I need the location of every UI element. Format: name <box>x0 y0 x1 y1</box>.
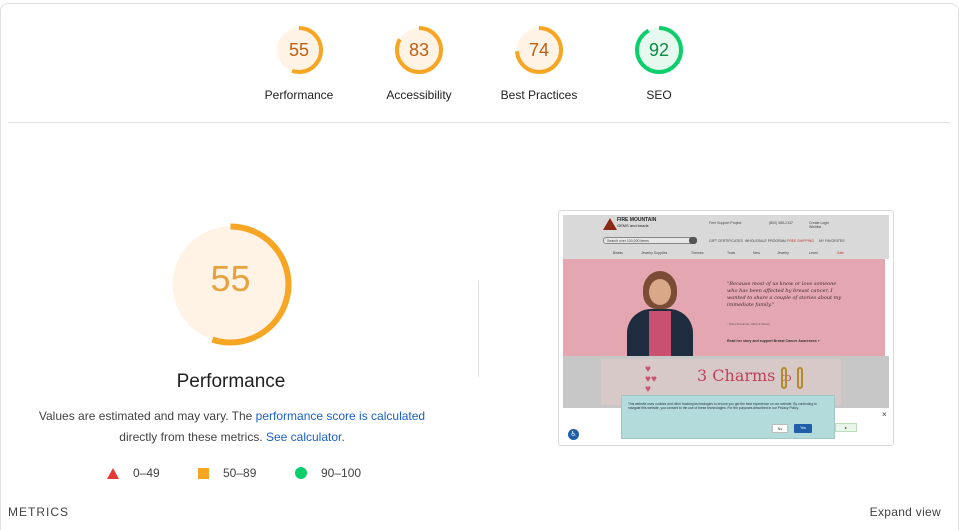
see-calculator-link[interactable]: See calculator <box>266 430 341 444</box>
site-nav: Beads Jewelry Supplies Themes Tools New … <box>563 248 889 258</box>
header-link: Wishlist <box>809 225 822 229</box>
top-link: MY FAVORITES <box>819 239 845 243</box>
promo-text: 3 Charms <box>697 366 776 385</box>
search-icon <box>689 237 697 244</box>
hearts-icon: ♥ ♥♥ ♥ <box>645 364 657 395</box>
top-link: WHOLESALE PROGRAM <box>745 239 786 243</box>
legend-range: 90–100 <box>321 466 362 480</box>
gauge-performance[interactable]: 55 Performance <box>244 24 354 102</box>
top-link: GIFT CERTIFICATES <box>709 239 743 243</box>
gauge-score: 83 <box>408 40 430 60</box>
cookie-text: This website uses cookies and other trac… <box>628 402 817 410</box>
performance-score: 55 <box>210 258 251 299</box>
performance-description: Values are estimated and may vary. The p… <box>22 406 442 448</box>
nav-item: Tools <box>727 251 736 255</box>
hero-quote: "Because most of us know or love someone… <box>727 281 842 308</box>
gauge-label: Best Practices <box>500 88 578 102</box>
circle-icon <box>295 467 307 479</box>
nav-item: Beads <box>613 251 623 255</box>
header-link: (800) 355-2137 <box>769 221 793 225</box>
performance-gauge-large: 55 <box>168 222 293 347</box>
legend-range: 50–89 <box>223 466 257 480</box>
nav-item: Jewelry <box>777 251 789 255</box>
section-divider <box>8 122 950 123</box>
square-icon <box>198 467 209 479</box>
site-search-input: Search over 100,000 items <box>603 237 697 244</box>
desc-text: Values are estimated and may vary. The <box>38 409 256 423</box>
mini-field: ▸ <box>835 423 857 432</box>
legend-fail: 0–49 <box>107 466 160 480</box>
gauge-label: Performance <box>264 88 334 102</box>
site-logo: FIRE MOUNTAIN GEMS and beads <box>617 218 656 229</box>
desc-text: directly from these metrics. <box>119 430 266 444</box>
cookie-consent-banner: This website uses cookies and other trac… <box>621 395 835 439</box>
triangle-icon <box>107 467 119 479</box>
legend-range: 0–49 <box>133 466 160 480</box>
legend-average: 50–89 <box>198 466 256 480</box>
gauge-seo[interactable]: 92 SEO <box>604 24 714 102</box>
close-icon: × <box>882 410 887 419</box>
gauge-accessibility[interactable]: 83 Accessibility <box>364 24 474 102</box>
gauge-label: SEO <box>646 88 672 102</box>
gauge-score: 55 <box>288 40 310 60</box>
hero-quote-signature: - Chris Friedman, CEO & Owner <box>727 322 771 326</box>
site-header: FIRE MOUNTAIN GEMS and beads Free Support… <box>563 215 889 259</box>
logo-line: GEMS and beads <box>617 223 649 228</box>
cookie-no-button: No <box>772 424 788 433</box>
category-gauges: 55 Performance 83 Accessibility 74 Best … <box>0 24 959 109</box>
final-screenshot[interactable]: FIRE MOUNTAIN GEMS and beads Free Support… <box>558 210 894 446</box>
nav-item: Learn <box>809 251 818 255</box>
legend-pass: 90–100 <box>295 466 361 480</box>
screenshot-content: FIRE MOUNTAIN GEMS and beads Free Support… <box>563 215 889 441</box>
accessibility-icon: ♿ <box>568 429 579 440</box>
portrait-image <box>625 271 695 356</box>
vertical-divider <box>478 281 479 377</box>
gauge-score: 74 <box>528 40 550 60</box>
top-link: FREE SHIPPING <box>787 239 815 243</box>
header-link: Free Support Project <box>709 221 742 225</box>
earring-icon <box>781 367 787 389</box>
metrics-heading: METRICS <box>8 505 69 519</box>
nav-item: New <box>753 251 761 255</box>
performance-score-link[interactable]: performance score is calculated <box>256 409 425 423</box>
gauge-best-practices[interactable]: 74 Best Practices <box>484 24 594 102</box>
hero-banner: "Because most of us know or love someone… <box>563 259 885 356</box>
performance-title: Performance <box>176 371 286 392</box>
gauge-label: Accessibility <box>386 88 452 102</box>
cookie-yes-button: Yes <box>794 424 812 433</box>
desc-text: . <box>341 430 345 444</box>
nav-item: Jewelry Supplies <box>641 251 668 255</box>
mountain-logo-icon <box>603 218 617 230</box>
promo-headline: 3 Charms to <box>697 366 792 385</box>
expand-view-button[interactable]: Expand view <box>870 505 941 519</box>
earring-icon <box>797 367 803 389</box>
hero-cta: Read her story and support Breast Cancer… <box>727 339 820 343</box>
search-placeholder: Search over 100,000 items <box>607 239 649 243</box>
gauge-score: 92 <box>648 40 670 60</box>
nav-item: Sale <box>837 251 845 255</box>
nav-item: Themes <box>691 251 704 255</box>
